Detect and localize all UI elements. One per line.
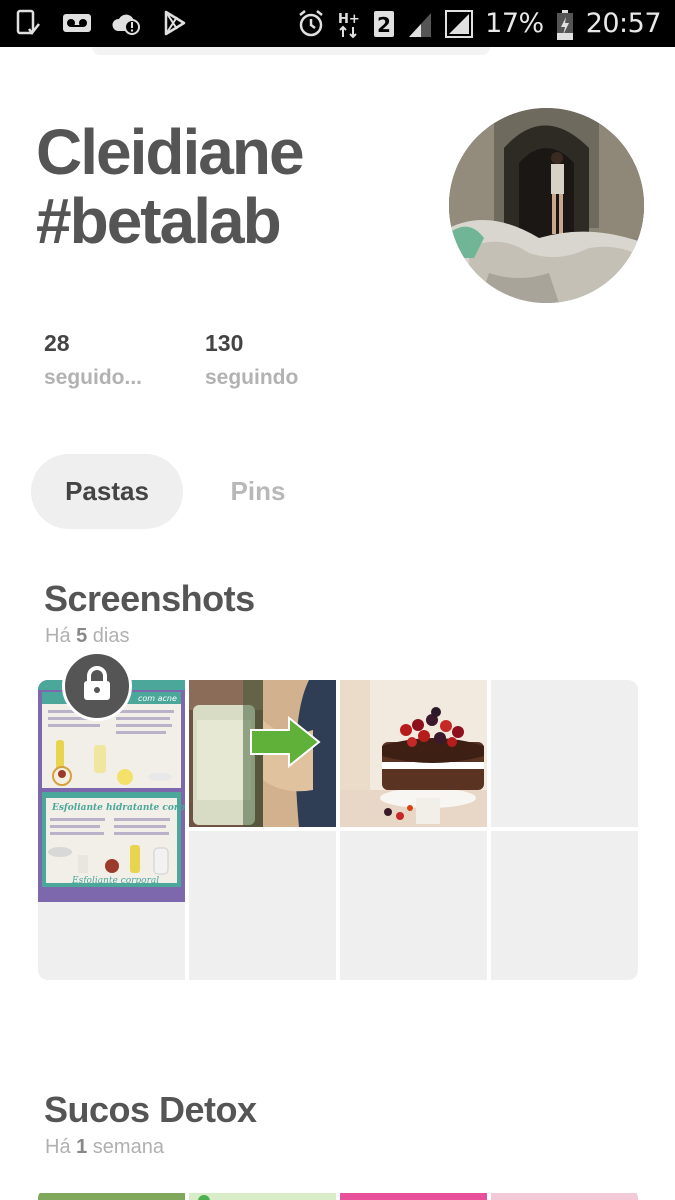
svg-text:Esfoliante hidratante corporal: Esfoliante hidratante corporal	[51, 803, 185, 813]
svg-text:2: 2	[377, 13, 391, 37]
secret-board-badge	[62, 651, 132, 721]
status-bar: H+ 2 17% 20:57	[0, 0, 675, 47]
followers-label: seguido...	[44, 366, 143, 389]
top-handle	[92, 47, 490, 55]
battery-charging-icon	[556, 9, 574, 40]
screenshot-icon	[16, 9, 42, 37]
profile-name-line2: #betalab	[36, 185, 282, 257]
data-hplus-icon: H+	[337, 9, 361, 39]
signal-icon	[407, 9, 433, 37]
board-preview-screenshots[interactable]: com acne Esfoliante hidratante corporal	[38, 680, 638, 980]
board-meta-sucos-detox: Há 1 semana	[45, 1136, 164, 1158]
pin-placeholder	[189, 831, 336, 980]
alarm-icon	[297, 9, 325, 37]
board-title-screenshots[interactable]: Screenshots	[44, 578, 255, 620]
following-count: 130	[205, 330, 244, 356]
board-meta-screenshots: Há 5 dias	[45, 625, 130, 647]
board-preview-sucos-detox[interactable]	[38, 1190, 638, 1200]
tab-pins[interactable]: Pins	[199, 454, 317, 529]
status-bar-right: H+ 2 17% 20:57	[297, 5, 662, 41]
profile-name: Cleidiane #betalab	[36, 118, 416, 256]
play-store-icon	[162, 9, 188, 37]
following-label: seguindo	[205, 366, 299, 389]
tab-pastas[interactable]: Pastas	[31, 454, 183, 529]
pin-placeholder	[491, 831, 638, 980]
sim2-icon: 2	[373, 9, 395, 37]
avatar[interactable]	[449, 108, 644, 303]
svg-text:com acne: com acne	[138, 694, 177, 703]
board-title-sucos-detox[interactable]: Sucos Detox	[44, 1089, 257, 1131]
status-bar-left	[16, 8, 188, 38]
lock-icon	[80, 665, 114, 707]
followers-stat[interactable]: 28 seguido...	[44, 330, 142, 390]
signal-icon	[445, 9, 474, 38]
clock: 20:57	[585, 7, 662, 39]
pin-placeholder	[340, 831, 487, 980]
pin-thumbnail[interactable]	[189, 680, 336, 827]
voicemail-icon	[62, 9, 92, 37]
pin-placeholder	[491, 680, 638, 827]
profile-name-line1: Cleidiane	[36, 116, 305, 188]
followers-count: 28	[44, 330, 70, 356]
battery-percent: 17%	[485, 7, 544, 39]
following-stat[interactable]: 130 seguindo	[205, 330, 298, 390]
svg-text:Esfoliante corporal: Esfoliante corporal	[71, 876, 159, 886]
pin-thumbnail[interactable]	[340, 680, 487, 827]
alert-cloud-icon	[112, 9, 142, 37]
pin-placeholder	[38, 902, 185, 980]
svg-text:H+: H+	[338, 12, 360, 27]
